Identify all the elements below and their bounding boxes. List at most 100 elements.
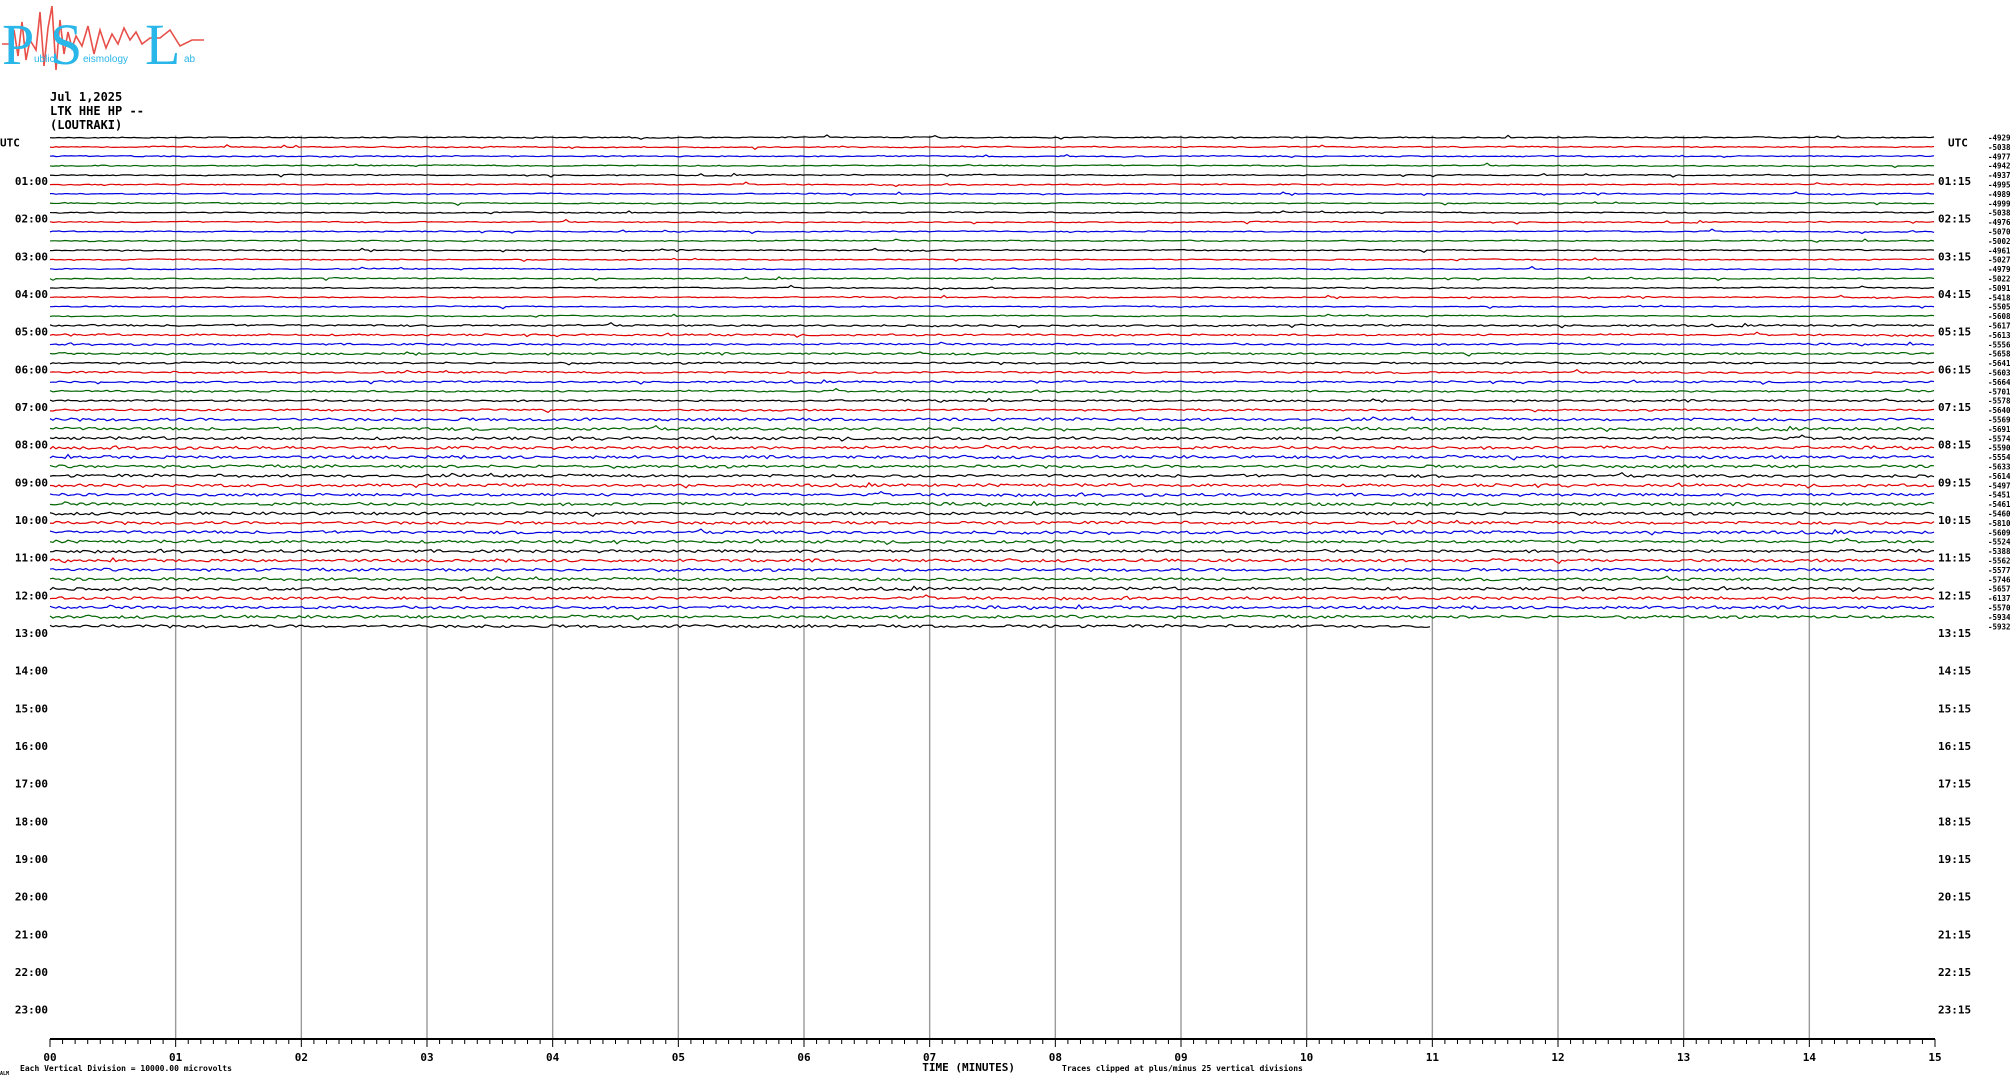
seismic-trace (49, 341, 1935, 347)
trace-offset-label: -5388 (1988, 547, 2010, 556)
trace-offset-label: -4995 (1988, 181, 2010, 190)
trace-offset-label: -5691 (1988, 425, 2010, 434)
seismic-trace (49, 228, 1935, 235)
trace-offset-label: -5027 (1988, 256, 2010, 265)
trace-offset-label: -5590 (1988, 444, 2010, 453)
minute-tick-label: 10 (1300, 1051, 1313, 1064)
trace-offset-label: -5002 (1988, 237, 2010, 246)
trace-offset-label: -5524 (1988, 538, 2010, 547)
right-hour-label: 14:15 (1938, 665, 1971, 678)
seismic-trace (49, 218, 1935, 225)
trace-offset-label: -5038 (1988, 143, 2010, 152)
left-hour-label: 08:00 (15, 439, 48, 452)
trace-offset-label: -5418 (1988, 293, 2010, 302)
trace-offset-label: -5640 (1988, 406, 2010, 415)
trace-offset-label: -5932 (1988, 622, 2010, 631)
trace-offset-label: -5746 (1988, 575, 2010, 584)
trace-offset-label: -5810 (1988, 519, 2010, 528)
right-hour-label: 04:15 (1938, 288, 1971, 301)
right-hour-label: 06:15 (1938, 363, 1971, 376)
seismic-trace (49, 519, 1935, 526)
trace-offset-label: -5497 (1988, 481, 2010, 490)
minute-tick-label: 04 (546, 1051, 560, 1064)
seismic-trace (49, 614, 1935, 621)
trace-offset-label: -5934 (1988, 613, 2010, 622)
right-hour-label: 11:15 (1938, 552, 1971, 565)
corner-footnote: ALM (0, 1071, 9, 1077)
seismic-trace (49, 548, 1935, 554)
seismic-trace (49, 313, 1935, 318)
left-hour-label: 03:00 (15, 250, 48, 263)
trace-offset-label: -5461 (1988, 500, 2010, 509)
left-hour-label: 16:00 (15, 740, 48, 753)
minute-tick-label: 11 (1426, 1051, 1440, 1064)
minute-tick-label: 09 (1174, 1051, 1187, 1064)
seismic-trace (49, 511, 1935, 518)
scale-footnote: Each Vertical Division = 10000.00 microv… (20, 1063, 232, 1073)
seismic-trace (49, 424, 1935, 433)
left-hour-label: 11:00 (15, 552, 48, 565)
minute-tick-label: 12 (1551, 1051, 1564, 1064)
trace-offset-label: -5609 (1988, 528, 2010, 537)
right-hour-label: 07:15 (1938, 401, 1971, 414)
seismic-trace (49, 557, 1935, 565)
trace-offset-label: -5451 (1988, 491, 2010, 500)
x-axis-label: TIME (MINUTES) (922, 1061, 1015, 1074)
seismic-trace (49, 276, 1935, 282)
right-hour-label: 19:15 (1938, 853, 1971, 866)
seismic-trace (49, 172, 1935, 178)
seismic-trace (49, 368, 1935, 375)
seismic-trace (49, 471, 1935, 478)
trace-offset-label: -5701 (1988, 387, 2010, 396)
right-hour-label: 21:15 (1938, 928, 1971, 941)
right-hour-label: 17:15 (1938, 778, 1971, 791)
seismic-trace (49, 567, 1935, 573)
minute-tick-label: 02 (295, 1051, 308, 1064)
left-hour-label: 21:00 (15, 928, 48, 941)
trace-offset-label: -5657 (1988, 585, 2010, 594)
seismic-trace (49, 444, 1935, 451)
left-hour-label: 12:00 (15, 589, 48, 602)
seismic-trace (49, 351, 1935, 357)
minute-tick-label: 14 (1803, 1051, 1817, 1064)
seismic-trace (49, 257, 1935, 263)
right-utc-label: UTC (1948, 137, 1968, 150)
trace-offset-label: -5574 (1988, 434, 2010, 443)
trace-offset-label: -5633 (1988, 463, 2010, 472)
trace-offset-label: -4929 (1988, 134, 2010, 143)
left-hour-label: 13:00 (15, 627, 48, 640)
trace-offset-label: -4989 (1988, 190, 2010, 199)
trace-offset-label: -5603 (1988, 369, 2010, 378)
left-hour-label: 05:00 (15, 326, 48, 339)
seismic-trace (49, 604, 1935, 611)
right-hour-label: 18:15 (1938, 815, 1971, 828)
left-hour-label: 23:00 (15, 1004, 48, 1017)
right-hour-label: 15:15 (1938, 702, 1971, 715)
seismic-trace (49, 162, 1935, 169)
seismic-trace (49, 434, 1935, 442)
trace-offset-label: -5038 (1988, 209, 2010, 218)
right-hour-label: 01:15 (1938, 175, 1971, 188)
right-hour-label: 23:15 (1938, 1004, 1971, 1017)
trace-offset-label: -5570 (1988, 604, 2010, 613)
right-hour-label: 08:15 (1938, 439, 1971, 452)
seismic-trace (49, 210, 1935, 215)
seismic-trace (49, 191, 1935, 197)
seismic-trace (49, 528, 1935, 536)
seismic-trace (49, 500, 1935, 507)
seismic-trace (49, 416, 1935, 422)
trace-offset-label: -5569 (1988, 416, 2010, 425)
trace-offset-label: -4979 (1988, 265, 2010, 274)
seismic-trace (49, 144, 1935, 151)
seismic-trace (49, 321, 1935, 329)
right-hour-label: 03:15 (1938, 250, 1971, 263)
left-hour-label: 07:00 (15, 401, 48, 414)
right-hour-label: 02:15 (1938, 213, 1971, 226)
minute-tick-label: 05 (672, 1051, 685, 1064)
seismic-trace (49, 594, 1935, 601)
trace-offset-label: -6137 (1988, 594, 2010, 603)
left-hour-label: 19:00 (15, 853, 48, 866)
seismic-trace (49, 387, 1935, 394)
left-hour-label: 09:00 (15, 476, 48, 489)
seismic-trace (49, 304, 1935, 310)
